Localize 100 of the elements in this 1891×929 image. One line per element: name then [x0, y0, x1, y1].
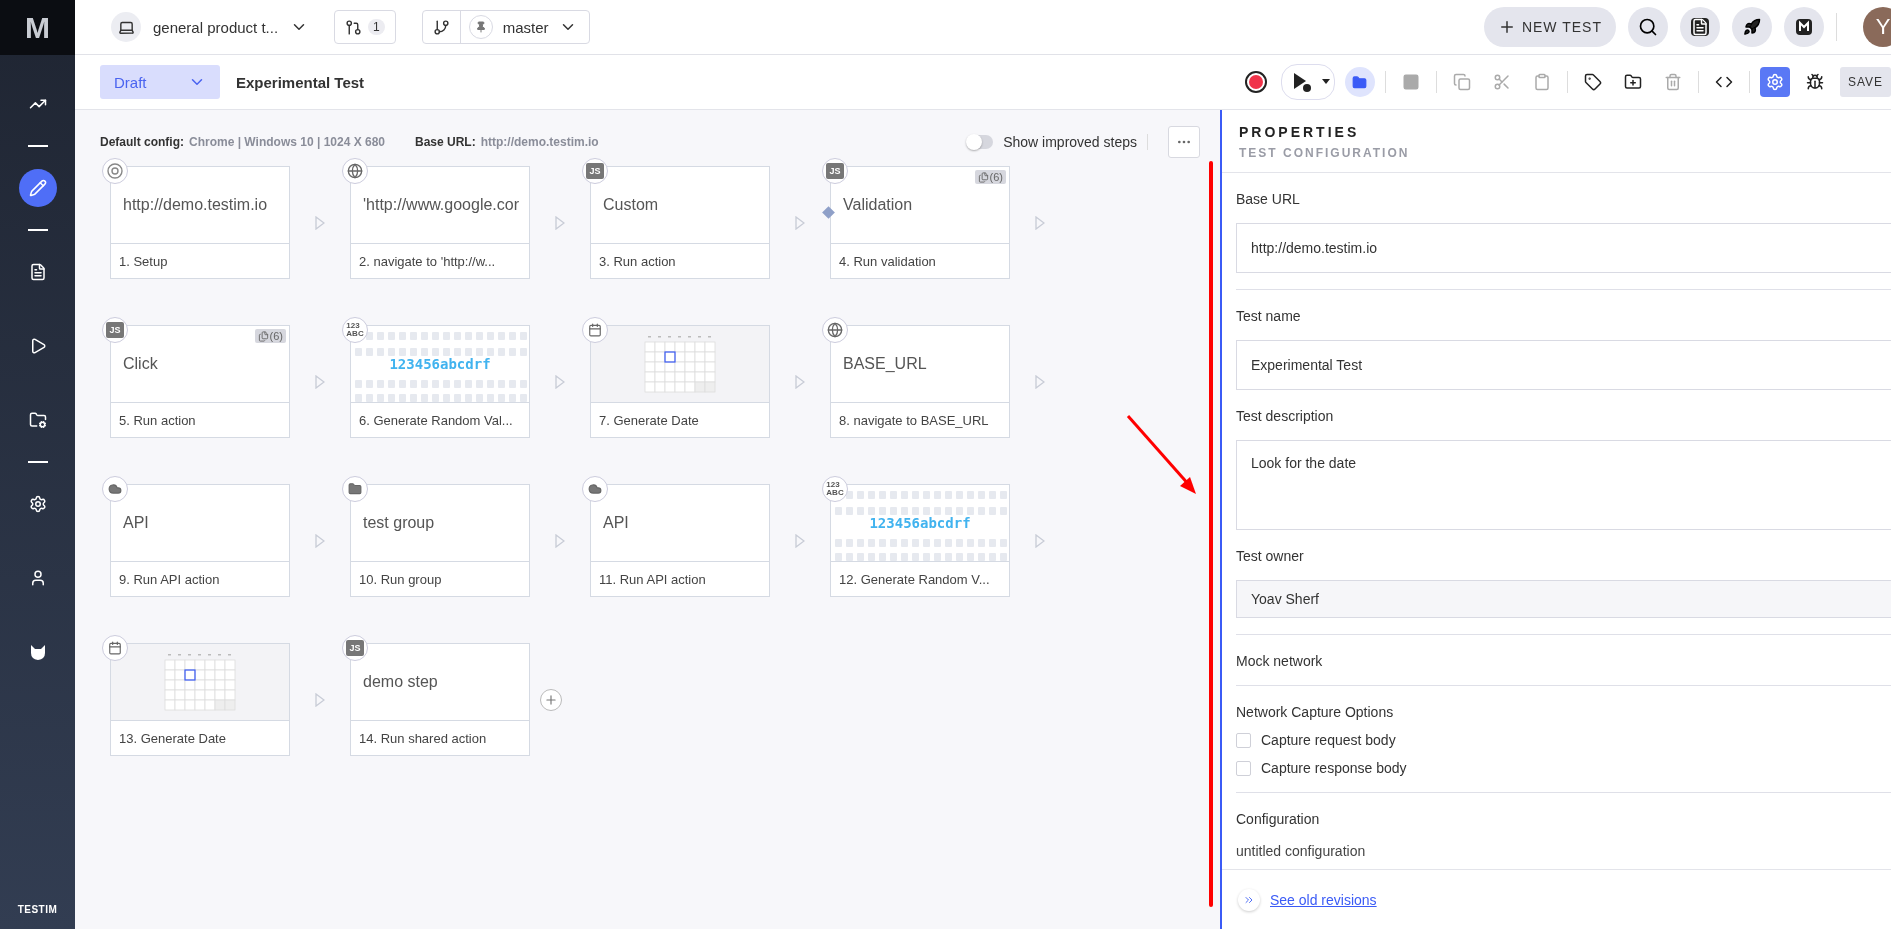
field-label: Network Capture Options: [1236, 704, 1395, 720]
js-icon: JS: [582, 158, 608, 184]
configuration-name: untitled configuration: [1236, 843, 1367, 859]
branch-icon: [432, 18, 450, 36]
panel-title: PROPERTIES: [1239, 124, 1361, 140]
step-card[interactable]: BASE_URL 8. navigate to BASE_URL: [830, 325, 1010, 438]
connector-arrow-icon: [315, 215, 325, 230]
tag-icon: [1583, 73, 1602, 91]
step-title: Custom: [603, 196, 659, 214]
checkbox-label: Capture request body: [1261, 732, 1396, 748]
js-icon: JS: [102, 317, 128, 343]
step-card[interactable]: 13. Generate Date: [110, 643, 290, 756]
step-label: 1. Setup: [119, 253, 168, 269]
step-title: API: [603, 514, 629, 532]
step-label: 5. Run action: [119, 412, 196, 428]
plus-icon: [544, 692, 558, 707]
brand-name: TESTIM: [17, 904, 58, 915]
connector-arrow-icon: [1035, 374, 1045, 389]
checkbox-label: Capture response body: [1261, 760, 1407, 776]
copies-icon: [257, 330, 269, 342]
settings-button[interactable]: [1759, 67, 1790, 97]
connector-arrow-icon: [555, 374, 565, 389]
caret-icon[interactable]: [1321, 79, 1330, 85]
panel-subtitle: TEST CONFIGURATION: [1239, 146, 1411, 160]
status-dropdown[interactable]: Draft: [100, 65, 220, 99]
document-icon: [28, 263, 47, 281]
connector-arrow-icon: [315, 374, 325, 389]
connector-arrow-icon: [315, 533, 325, 548]
step-card[interactable]: http://demo.testim.io 1. Setup: [110, 166, 290, 279]
step-title: test group: [363, 514, 435, 532]
project-selector[interactable]: general product t...: [111, 12, 309, 42]
folder-icon: [342, 476, 368, 502]
step-card[interactable]: 'http://www.google.cor 2. navigate to 'http://w...: [350, 166, 530, 279]
base-url-label: Base URL:: [415, 135, 476, 149]
globe-icon: [342, 158, 368, 184]
user-avatar[interactable]: Y: [1863, 7, 1891, 47]
rocket-button[interactable]: [1732, 7, 1772, 47]
globe-icon: [822, 317, 848, 343]
app-logo[interactable]: M: [0, 0, 75, 55]
step-label: 12. Generate Random V...: [839, 571, 990, 587]
step-title: http://demo.testim.io: [123, 196, 268, 214]
step-card[interactable]: test group 10. Run group: [350, 484, 530, 597]
folder-icon: [1352, 74, 1368, 90]
step-label: 9. Run API action: [119, 571, 220, 587]
step-title: demo step: [363, 673, 438, 691]
text-field[interactable]: http://demo.testim.io: [1236, 223, 1891, 273]
copies-icon: [977, 171, 989, 183]
field-label: Base URL: [1236, 191, 1301, 207]
search-icon: [1638, 17, 1658, 37]
folder-button[interactable]: [1344, 67, 1375, 97]
connector-arrow-icon: [1035, 215, 1045, 230]
step-card[interactable]: 7. Generate Date: [590, 325, 770, 438]
delete-icon: [1663, 73, 1682, 91]
connector-arrow-icon: [795, 215, 805, 230]
owner-select[interactable]: Yoav Sherf: [1236, 580, 1891, 618]
cloud-icon: [102, 476, 128, 502]
step-label: 3. Run action: [599, 253, 676, 269]
notes-button[interactable]: [1680, 7, 1720, 47]
document-icon: [1691, 18, 1709, 36]
step-label: 4. Run validation: [839, 253, 936, 269]
random-value-icon: 123 ABC: [342, 317, 368, 343]
step-card[interactable]: API 11. Run API action: [590, 484, 770, 597]
field-label: Test description: [1236, 408, 1335, 424]
improved-steps-switch[interactable]: [967, 135, 994, 149]
sidebar-item[interactable]: [18, 169, 57, 207]
checkbox[interactable]: [1236, 760, 1251, 776]
new-test-button[interactable]: NEW TEST: [1483, 7, 1616, 47]
connector-arrow-icon: [1035, 533, 1045, 548]
old-revisions-link[interactable]: See old revisions: [1270, 891, 1377, 908]
copy-icon: [1452, 73, 1471, 91]
step-title: Validation: [843, 196, 913, 214]
shared-count-badge: (6): [974, 170, 1006, 184]
app-logo-icon: [1796, 19, 1812, 35]
step-label: 6. Generate Random Val...: [359, 412, 513, 428]
app-button[interactable]: [1784, 7, 1824, 47]
field-label: Mock network: [1236, 653, 1324, 669]
random-value-icon: 123 ABC: [822, 476, 848, 502]
folder-gear-icon: [28, 411, 47, 429]
search-button[interactable]: [1628, 7, 1668, 47]
js-icon: JS: [342, 635, 368, 661]
save-button[interactable]: SAVE: [1839, 67, 1891, 97]
text-field[interactable]: Experimental Test: [1236, 340, 1891, 390]
cloud-icon: [582, 476, 608, 502]
settings-icon: [28, 495, 47, 513]
step-label: 14. Run shared action: [359, 730, 487, 746]
connector-arrow-icon: [555, 533, 565, 548]
step-card[interactable]: API 9. Run API action: [110, 484, 290, 597]
pencil-icon: [28, 179, 47, 197]
checkbox[interactable]: [1236, 732, 1251, 748]
step-title: API: [123, 514, 149, 532]
pull-requests-button[interactable]: 1: [334, 10, 396, 44]
random-value-text: 123456abcdrf: [867, 515, 973, 531]
config-value: Chrome | Windows 10 | 1024 X 680: [189, 135, 385, 149]
cut-icon: [1492, 73, 1511, 91]
step-label: 8. navigate to BASE_URL: [839, 412, 989, 428]
description-field[interactable]: Look for the date: [1236, 440, 1891, 530]
step-title: BASE_URL: [843, 355, 927, 373]
test-title: Experimental Test: [236, 73, 365, 91]
step-label: 11. Run API action: [599, 571, 706, 587]
switch-label: Show improved steps: [1003, 134, 1137, 150]
